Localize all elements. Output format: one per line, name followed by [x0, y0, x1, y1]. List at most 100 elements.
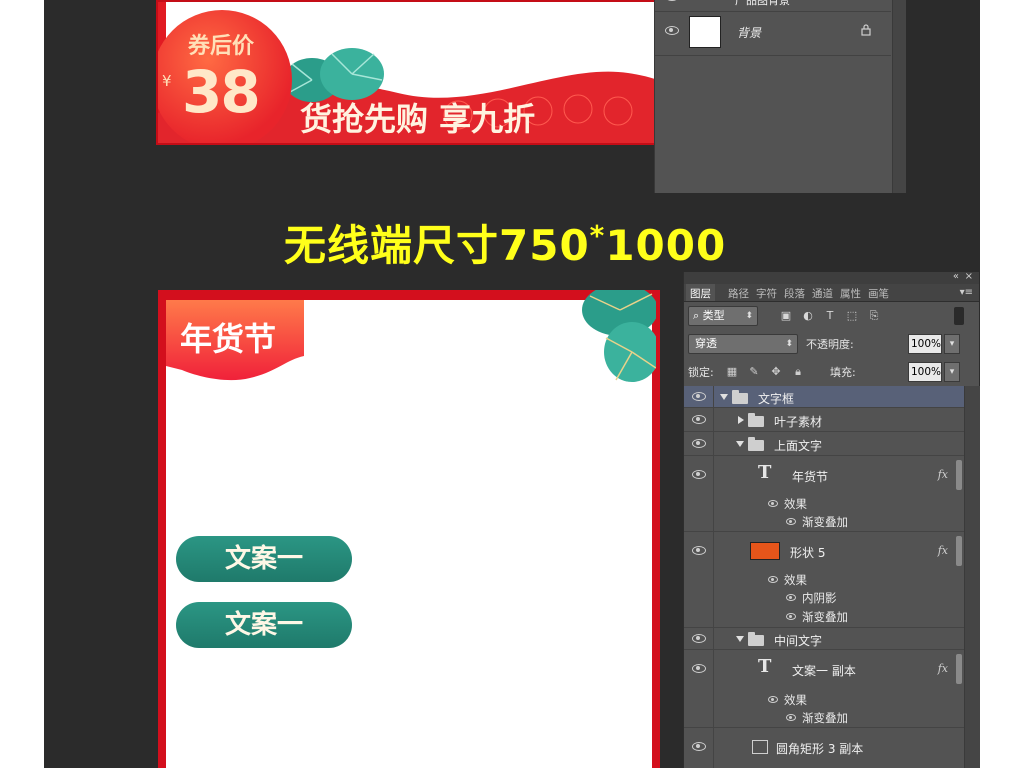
- copy-button-1[interactable]: 文案一: [176, 536, 352, 582]
- fx-icon[interactable]: fx: [938, 544, 948, 557]
- eye-icon[interactable]: [786, 594, 796, 601]
- eye-icon[interactable]: [692, 470, 706, 479]
- page-white-area: 年货节 文案一 文案一: [166, 290, 656, 768]
- layer-group-shangmian[interactable]: 上面文字: [684, 432, 964, 456]
- lock-icon[interactable]: 🔒︎: [792, 366, 804, 378]
- effect-item: 渐变叠加: [802, 711, 848, 725]
- eye-icon[interactable]: [665, 0, 679, 1]
- layer-name: 上面文字: [774, 439, 823, 453]
- opacity-label: 不透明度:: [806, 338, 854, 351]
- smart-filter-icon[interactable]: ⎘: [868, 310, 880, 322]
- panel-scrollbar[interactable]: [892, 0, 906, 193]
- fx-scroll[interactable]: [956, 460, 962, 490]
- effect-label: 效果: [784, 693, 807, 707]
- layers-list: 文字框 叶子素材 上面文字 T 年货节 fx 效果 渐变叠加 形状 5 fx 效…: [684, 386, 964, 768]
- expand-icon[interactable]: [720, 394, 728, 400]
- banner-preview: 券后价 ¥ 38 货抢先购 享九折: [156, 0, 694, 145]
- layer-group-yezi[interactable]: 叶子素材: [684, 408, 964, 432]
- eye-icon[interactable]: [692, 664, 706, 673]
- layer-name: 圆角矩形 3 副本: [776, 742, 864, 756]
- layer-name: 文字框: [758, 392, 795, 406]
- layer-shape5[interactable]: 形状 5 fx 效果 内阴影 渐变叠加: [684, 532, 964, 628]
- eye-icon[interactable]: [692, 546, 706, 555]
- folder-icon: [732, 390, 748, 404]
- eye-icon[interactable]: [768, 696, 778, 703]
- brush-lock-icon[interactable]: ✎: [748, 366, 760, 378]
- move-lock-icon[interactable]: ✥: [770, 366, 782, 378]
- shape-filter-icon[interactable]: ⬚: [846, 310, 858, 322]
- image-filter-icon[interactable]: ▣: [780, 310, 792, 322]
- effect-label: 效果: [784, 573, 807, 587]
- fill-dropdown-icon[interactable]: ▾: [944, 362, 960, 382]
- visibility-column: [684, 728, 714, 768]
- expand-icon[interactable]: [736, 441, 744, 447]
- tab-brush[interactable]: 画笔: [868, 286, 889, 301]
- eye-icon[interactable]: [665, 26, 679, 35]
- blend-mode-select[interactable]: 穿透 ⬍: [688, 334, 798, 354]
- shape-thumbnail: [752, 740, 768, 754]
- fx-scroll[interactable]: [956, 536, 962, 566]
- tab-paragraph[interactable]: 段落: [784, 286, 805, 301]
- eye-icon[interactable]: [692, 415, 706, 424]
- eye-icon[interactable]: [786, 613, 796, 620]
- type-filter-icon[interactable]: T: [824, 310, 836, 322]
- close-icon[interactable]: ×: [965, 271, 973, 282]
- eye-icon[interactable]: [786, 518, 796, 525]
- eye-icon[interactable]: [692, 742, 706, 751]
- expand-icon[interactable]: [738, 416, 744, 424]
- layer-row-background[interactable]: 背景: [655, 12, 891, 56]
- text-layer-icon: T: [758, 656, 772, 677]
- price-label: 券后价: [188, 34, 255, 59]
- layers-panel-top: 产品图背景 背景: [654, 0, 906, 193]
- eye-icon[interactable]: [768, 576, 778, 583]
- layer-group-zhongjian[interactable]: 中间文字: [684, 628, 964, 650]
- layer-text-nianhuojie[interactable]: T 年货节 fx 效果 渐变叠加: [684, 456, 964, 532]
- collapse-icon[interactable]: «: [953, 271, 959, 282]
- panel-scrollbar[interactable]: [964, 386, 980, 768]
- opacity-dropdown-icon[interactable]: ▾: [944, 334, 960, 354]
- visibility-column: [684, 628, 714, 649]
- lock-icon: [861, 24, 871, 36]
- chevron-down-icon: ⬍: [745, 311, 753, 321]
- price-currency: ¥: [162, 72, 172, 90]
- fx-icon[interactable]: fx: [938, 662, 948, 675]
- visibility-column: [684, 456, 714, 531]
- eye-icon[interactable]: [692, 392, 706, 401]
- tab-character[interactable]: 字符: [756, 286, 777, 301]
- effect-item: 渐变叠加: [802, 515, 848, 529]
- adjust-filter-icon[interactable]: ◐: [802, 310, 814, 322]
- pixel-lock-icon[interactable]: ▦: [726, 366, 738, 378]
- layer-filter-select[interactable]: ⌕ 类型 ⬍: [688, 306, 758, 326]
- tab-channels[interactable]: 通道: [812, 286, 833, 301]
- fx-scroll[interactable]: [956, 654, 962, 684]
- eye-icon[interactable]: [786, 714, 796, 721]
- expand-icon[interactable]: [736, 636, 744, 642]
- opacity-input[interactable]: 100%: [908, 334, 942, 354]
- layer-name: 产品图背景: [735, 0, 790, 7]
- eye-icon[interactable]: [692, 439, 706, 448]
- layer-name: 年货节: [792, 470, 829, 484]
- layer-name: 背景: [737, 26, 762, 40]
- canvas-area: 券后价 ¥ 38 货抢先购 享九折 产品图背景 背景 无线端尺寸750*1000: [44, 0, 980, 768]
- layer-group-wenzikuang[interactable]: 文字框: [684, 386, 964, 408]
- filter-toggle[interactable]: [954, 307, 964, 325]
- fx-icon[interactable]: fx: [938, 468, 948, 481]
- panel-menu-icon[interactable]: ▾≡: [960, 287, 973, 298]
- copy-button-2[interactable]: 文案一: [176, 602, 352, 648]
- effect-item: 内阴影: [802, 591, 837, 605]
- layer-name: 文案一 副本: [792, 664, 856, 678]
- folder-icon: [748, 632, 764, 646]
- layer-rounded-rect[interactable]: 圆角矩形 3 副本: [684, 728, 964, 768]
- page-leaf-icon: [582, 290, 656, 382]
- headline-asterisk: *: [589, 219, 606, 252]
- effect-label: 效果: [784, 497, 807, 511]
- visibility-column: [684, 532, 714, 627]
- eye-icon[interactable]: [692, 634, 706, 643]
- eye-icon[interactable]: [768, 500, 778, 507]
- tab-layers[interactable]: 图层: [686, 284, 715, 301]
- tab-paths[interactable]: 路径: [728, 286, 749, 301]
- layer-text-wenan-copy[interactable]: T 文案一 副本 fx 效果 渐变叠加: [684, 650, 964, 728]
- tab-properties[interactable]: 属性: [840, 286, 861, 301]
- fill-input[interactable]: 100%: [908, 362, 942, 382]
- layer-row-product-bg[interactable]: 产品图背景: [655, 0, 891, 12]
